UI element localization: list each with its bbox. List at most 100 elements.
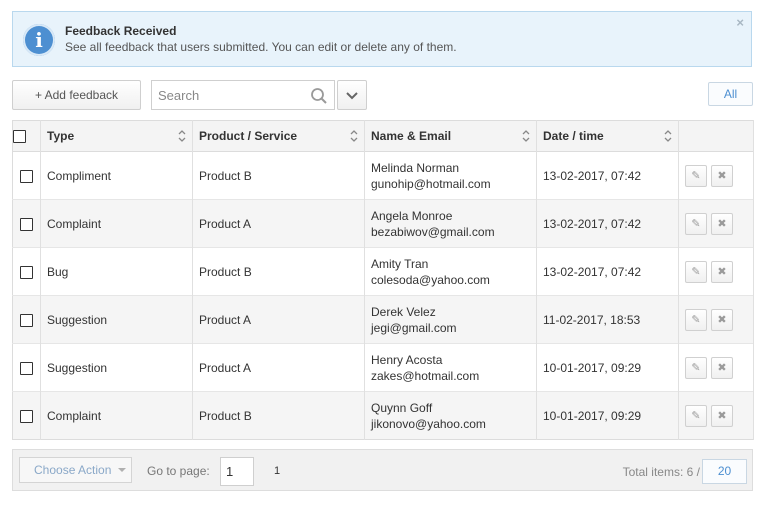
column-header-date-time[interactable]: Date / time xyxy=(536,120,679,152)
contact-name: Melinda Norman xyxy=(371,160,460,175)
row-checkbox[interactable] xyxy=(20,217,33,231)
column-header-actions xyxy=(678,120,754,152)
table-row: Complaint Product A Angela Monroe bezabiw… xyxy=(12,199,754,248)
name-email-cell: Quynn Goff jikonovo@yahoo.com xyxy=(364,391,537,440)
datetime-cell: 13-02-2017, 07:42 xyxy=(536,247,679,296)
edit-icon[interactable]: ✎ xyxy=(685,212,707,235)
search-icon[interactable] xyxy=(310,87,328,105)
product-cell: Product A xyxy=(192,199,365,248)
actions-cell: ✎ ✖ xyxy=(678,199,754,248)
go-to-page-label: Go to page: xyxy=(147,464,210,478)
contact-name: Derek Velez xyxy=(371,304,436,319)
product-cell: Product B xyxy=(192,151,365,200)
product-cell: Product A xyxy=(192,295,365,344)
type-cell: Suggestion xyxy=(40,343,193,392)
total-items-label: Total items: 6 / xyxy=(622,465,700,479)
edit-icon[interactable]: ✎ xyxy=(685,404,707,427)
search-input[interactable] xyxy=(152,81,302,109)
feedback-received-notice: i Feedback Received See all feedback tha… xyxy=(12,11,752,67)
contact-name: Quynn Goff xyxy=(371,400,433,415)
contact-email: jikonovo@yahoo.com xyxy=(371,416,486,431)
contact-email: zakes@hotmail.com xyxy=(371,368,480,383)
type-cell: Complaint xyxy=(40,391,193,440)
caret-down-icon xyxy=(118,468,126,472)
product-cell: Product A xyxy=(192,343,365,392)
actions-cell: ✎ ✖ xyxy=(678,295,754,344)
table-footer: Choose Action Go to page: 1 Total items:… xyxy=(12,449,753,491)
table-row: Suggestion Product A Derek Velez jegi@gma… xyxy=(12,295,754,344)
delete-icon[interactable]: ✖ xyxy=(711,404,733,427)
sort-icon[interactable] xyxy=(178,130,186,142)
column-header-type[interactable]: Type xyxy=(40,120,193,152)
table-row: Complaint Product B Quynn Goff jikonovo@y… xyxy=(12,391,754,440)
edit-icon[interactable]: ✎ xyxy=(685,356,707,379)
product-cell: Product B xyxy=(192,391,365,440)
table-row: Suggestion Product A Henry Acosta zakes@h… xyxy=(12,343,754,392)
delete-icon[interactable]: ✖ xyxy=(711,164,733,187)
datetime-cell: 13-02-2017, 07:42 xyxy=(536,199,679,248)
name-email-cell: Angela Monroe bezabiwov@gmail.com xyxy=(364,199,537,248)
close-icon[interactable]: × xyxy=(736,15,744,30)
notice-title: Feedback Received xyxy=(65,24,177,38)
row-checkbox[interactable] xyxy=(20,409,33,423)
contact-email: colesoda@yahoo.com xyxy=(371,272,490,287)
add-feedback-button[interactable]: + Add feedback xyxy=(12,80,141,110)
contact-email: gunohip@hotmail.com xyxy=(371,176,491,191)
type-cell: Suggestion xyxy=(40,295,193,344)
contact-name: Henry Acosta xyxy=(371,352,443,367)
contact-email: jegi@gmail.com xyxy=(371,320,457,335)
toolbar: + Add feedback All xyxy=(12,80,753,110)
type-cell: Complaint xyxy=(40,199,193,248)
actions-cell: ✎ ✖ xyxy=(678,391,754,440)
sort-icon[interactable] xyxy=(350,130,358,142)
row-checkbox[interactable] xyxy=(20,361,33,375)
row-checkbox[interactable] xyxy=(20,313,33,327)
type-cell: Compliment xyxy=(40,151,193,200)
actions-cell: ✎ ✖ xyxy=(678,247,754,296)
table-row: Compliment Product B Melinda Norman gunoh… xyxy=(12,151,754,200)
search-options-button[interactable] xyxy=(337,80,367,110)
search-box xyxy=(151,80,335,110)
contact-email: bezabiwov@gmail.com xyxy=(371,224,495,239)
column-header-name-email[interactable]: Name & Email xyxy=(364,120,537,152)
filter-all-button[interactable]: All xyxy=(708,82,753,106)
page-number-input[interactable] xyxy=(220,457,254,486)
datetime-cell: 10-01-2017, 09:29 xyxy=(536,343,679,392)
notice-description: See all feedback that users submitted. Y… xyxy=(65,40,457,54)
edit-icon[interactable]: ✎ xyxy=(685,308,707,331)
datetime-cell: 13-02-2017, 07:42 xyxy=(536,151,679,200)
items-per-page-button[interactable]: 20 xyxy=(702,459,747,484)
select-all-checkbox[interactable] xyxy=(13,130,26,144)
name-email-cell: Melinda Norman gunohip@hotmail.com xyxy=(364,151,537,200)
product-cell: Product B xyxy=(192,247,365,296)
delete-icon[interactable]: ✖ xyxy=(711,212,733,235)
row-checkbox[interactable] xyxy=(20,265,33,279)
actions-cell: ✎ ✖ xyxy=(678,151,754,200)
table-header-row: Type Product / Service Name & Email Date… xyxy=(12,120,754,152)
delete-icon[interactable]: ✖ xyxy=(711,356,733,379)
edit-icon[interactable]: ✎ xyxy=(685,164,707,187)
page-count: 1 xyxy=(274,465,281,477)
datetime-cell: 11-02-2017, 18:53 xyxy=(536,295,679,344)
name-email-cell: Henry Acosta zakes@hotmail.com xyxy=(364,343,537,392)
table-row: Bug Product B Amity Tran colesoda@yahoo.c… xyxy=(12,247,754,296)
delete-icon[interactable]: ✖ xyxy=(711,308,733,331)
datetime-cell: 10-01-2017, 09:29 xyxy=(536,391,679,440)
select-all-cell xyxy=(12,120,41,152)
contact-name: Amity Tran xyxy=(371,256,429,271)
feedback-table: Type Product / Service Name & Email Date… xyxy=(12,120,754,440)
name-email-cell: Amity Tran colesoda@yahoo.com xyxy=(364,247,537,296)
chevron-down-icon xyxy=(346,92,358,100)
sort-icon[interactable] xyxy=(664,130,672,142)
contact-name: Angela Monroe xyxy=(371,208,453,223)
sort-icon[interactable] xyxy=(522,130,530,142)
row-checkbox[interactable] xyxy=(20,169,33,183)
name-email-cell: Derek Velez jegi@gmail.com xyxy=(364,295,537,344)
edit-icon[interactable]: ✎ xyxy=(685,260,707,283)
info-icon: i xyxy=(23,24,55,56)
column-header-product[interactable]: Product / Service xyxy=(192,120,365,152)
choose-action-label: Choose Action xyxy=(34,463,112,477)
type-cell: Bug xyxy=(40,247,193,296)
choose-action-dropdown[interactable]: Choose Action xyxy=(19,457,132,483)
delete-icon[interactable]: ✖ xyxy=(711,260,733,283)
